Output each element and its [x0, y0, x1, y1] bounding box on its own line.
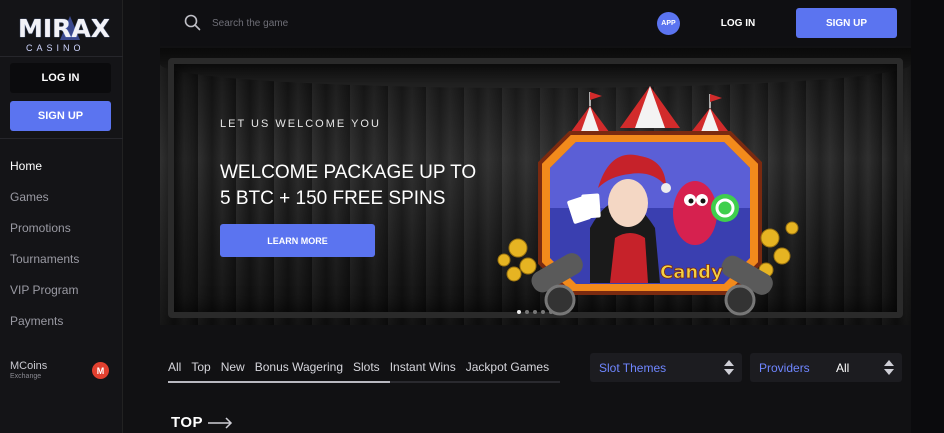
carousel-dot[interactable]: [517, 310, 521, 314]
chevron-updown-icon: [724, 360, 734, 375]
top-header: APP LOG IN SIGN UP: [160, 0, 911, 46]
sidebar-item-promotions[interactable]: Promotions: [10, 219, 79, 250]
tab-instant-wins[interactable]: Instant Wins: [390, 354, 456, 384]
carousel-dot[interactable]: [541, 310, 545, 314]
banner-subtitle: LET US WELCOME YOU: [220, 118, 381, 130]
tab-slots[interactable]: Slots: [353, 354, 380, 384]
providers-select[interactable]: Providers All: [750, 353, 902, 382]
mcoins-subtitle: Exchange: [10, 373, 42, 380]
header-login-button[interactable]: LOG IN: [708, 12, 768, 35]
tab-top[interactable]: Top: [191, 354, 210, 384]
banner-title-line-1: WELCOME PACKAGE UP TO: [220, 162, 477, 183]
app-button[interactable]: APP: [657, 12, 680, 35]
carousel-dots: [517, 310, 553, 314]
search-icon[interactable]: [184, 14, 201, 31]
sidebar-item-home[interactable]: Home: [10, 157, 79, 188]
tab-bo[interactable]: Bo: [559, 354, 560, 384]
header-signup-button[interactable]: SIGN UP: [796, 8, 897, 38]
category-tabs: All Top New Bonus Wagering Slots Instant…: [168, 354, 560, 384]
promo-illustration: Candy: [497, 86, 799, 316]
game-sign-text: Candy: [660, 262, 723, 283]
slot-themes-label: Slot Themes: [599, 361, 667, 375]
tabs-scroll-indicator[interactable]: [168, 381, 390, 383]
banner-title-line-2: 5 BTC + 150 FREE SPINS: [220, 188, 446, 209]
arrow-right-icon[interactable]: [208, 417, 233, 429]
mcoins-badge-icon: M: [92, 362, 109, 379]
sidebar-divider: [0, 56, 123, 57]
logo-wordmark: MIRAX: [18, 14, 111, 43]
carousel-dot[interactable]: [525, 310, 529, 314]
sidebar: MIRAX CASINO LOG IN SIGN UP Home Games P…: [0, 0, 123, 433]
brand-logo[interactable]: MIRAX CASINO: [14, 14, 110, 56]
tab-jackpot-games[interactable]: Jackpot Games: [466, 354, 549, 384]
section-title-top: TOP: [171, 414, 204, 431]
providers-value: All: [836, 361, 850, 375]
tab-bonus-wagering[interactable]: Bonus Wagering: [255, 354, 343, 384]
sidebar-item-mcoins[interactable]: MCoins Exchange: [10, 360, 47, 380]
chevron-updown-icon: [884, 360, 894, 375]
sidebar-divider: [0, 138, 123, 139]
search-input[interactable]: [212, 13, 412, 33]
sidebar-item-tournaments[interactable]: Tournaments: [10, 250, 79, 281]
slot-themes-select[interactable]: Slot Themes: [590, 353, 742, 382]
sidebar-nav: Home Games Promotions Tournaments VIP Pr…: [10, 157, 79, 343]
page-edge: [911, 0, 944, 433]
sidebar-item-vip-program[interactable]: VIP Program: [10, 281, 79, 312]
mcoins-title: MCoins: [10, 360, 48, 372]
learn-more-button[interactable]: LEARN MORE: [220, 224, 375, 257]
tab-new[interactable]: New: [221, 354, 245, 384]
sidebar-signup-button[interactable]: SIGN UP: [10, 101, 111, 131]
sidebar-item-games[interactable]: Games: [10, 188, 79, 219]
providers-label: Providers: [759, 361, 810, 375]
carousel-dot[interactable]: [549, 310, 553, 314]
carousel-dot[interactable]: [533, 310, 537, 314]
sidebar-item-payments[interactable]: Payments: [10, 312, 79, 343]
logo-subtitle: CASINO: [26, 43, 85, 53]
promo-banner[interactable]: LET US WELCOME YOU WELCOME PACKAGE UP TO…: [160, 48, 911, 325]
tab-all[interactable]: All: [168, 354, 181, 384]
sidebar-login-button[interactable]: LOG IN: [10, 63, 111, 93]
banner-title: WELCOME PACKAGE UP TO 5 BTC + 150 FREE S…: [220, 160, 480, 212]
